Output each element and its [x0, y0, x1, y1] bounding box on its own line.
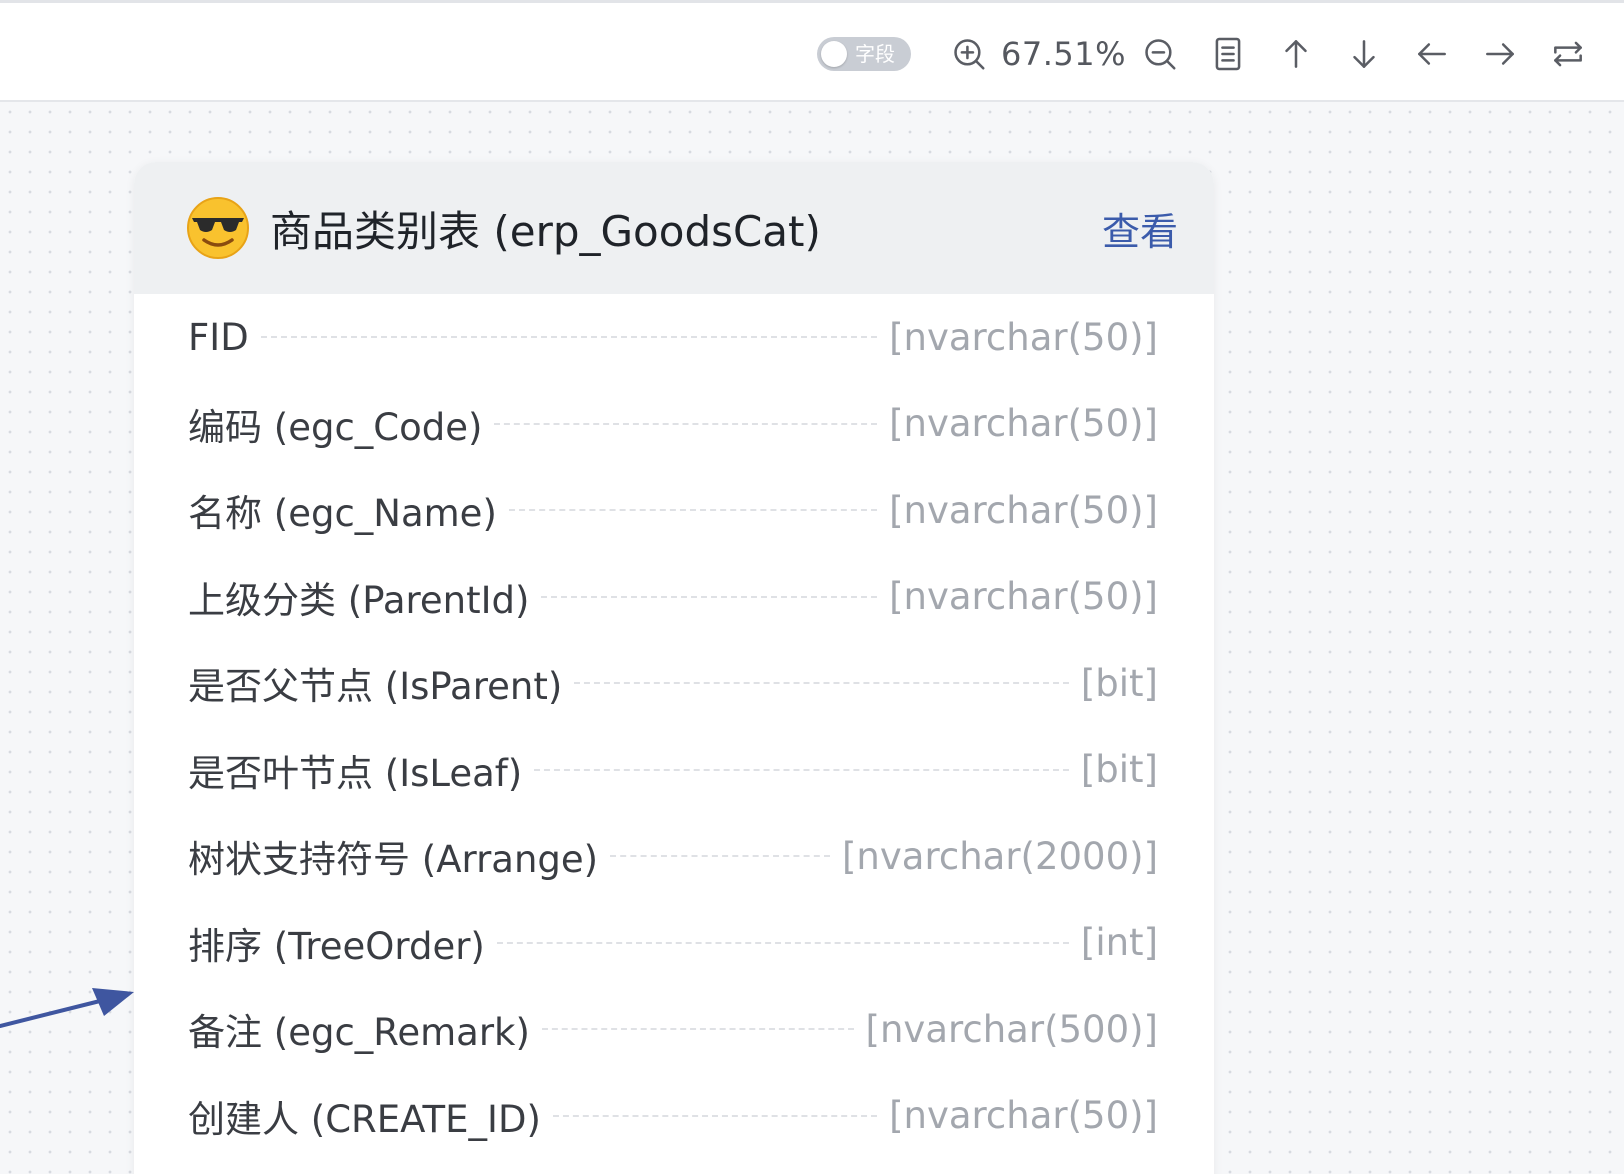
- field-type: [nvarchar(2000)]: [842, 834, 1158, 878]
- field-name: 树状支持符号 (Arrange): [188, 838, 599, 882]
- field-type: [nvarchar(50)]: [889, 488, 1158, 532]
- field-name: 创建人 (CREATE_ID): [188, 1097, 541, 1141]
- field-type: [nvarchar(50)]: [889, 402, 1158, 446]
- zoom-in-icon[interactable]: [947, 32, 991, 76]
- field-row[interactable]: 树状支持符号 (Arrange) [nvarchar(2000)]: [134, 813, 1214, 900]
- field-type: [nvarchar(500)]: [865, 1007, 1158, 1051]
- field-toggle[interactable]: 字段: [816, 37, 911, 71]
- field-row[interactable]: 创建人 (CREATE_ID) [nvarchar(50)]: [134, 1073, 1214, 1160]
- field-name: 编码 (egc_Code): [188, 405, 483, 449]
- dashed-divider: [552, 1114, 878, 1117]
- arrow-down-icon[interactable]: [1342, 32, 1386, 76]
- field-name: 是否父节点 (IsParent): [188, 665, 563, 709]
- field-row[interactable]: 排序 (TreeOrder) [int]: [134, 900, 1214, 987]
- field-list: FID [nvarchar(50)] 编码 (egc_Code) [nvarch…: [134, 294, 1214, 1159]
- field-row[interactable]: 是否叶节点 (IsLeaf) [bit]: [134, 727, 1214, 814]
- dashed-divider: [534, 768, 1069, 771]
- field-type: [nvarchar(50)]: [889, 575, 1158, 619]
- field-name: FID: [188, 315, 249, 359]
- field-row[interactable]: FID [nvarchar(50)]: [134, 294, 1214, 381]
- sunglasses-emoji-icon: [187, 197, 249, 259]
- document-icon[interactable]: [1206, 32, 1250, 76]
- field-name: 上级分类 (ParentId): [188, 578, 530, 622]
- diagram-canvas[interactable]: 商品类别表 (erp_GoodsCat) 查看 FID [nvarchar(50…: [0, 102, 1624, 1174]
- field-row[interactable]: 名称 (egc_Name) [nvarchar(50)]: [134, 467, 1214, 554]
- zoom-out-icon[interactable]: [1138, 32, 1182, 76]
- toggle-label: 字段: [854, 42, 895, 66]
- field-name: 排序 (TreeOrder): [188, 924, 485, 968]
- table-card[interactable]: 商品类别表 (erp_GoodsCat) 查看 FID [nvarchar(50…: [134, 162, 1214, 1174]
- field-row[interactable]: 备注 (egc_Remark) [nvarchar(500)]: [134, 986, 1214, 1073]
- field-type: [int]: [1080, 921, 1158, 965]
- field-type: [nvarchar(50)]: [889, 1094, 1158, 1138]
- dashed-divider: [541, 595, 878, 598]
- toolbar: 字段 67.51%: [0, 0, 1624, 102]
- toggle-knob: [820, 41, 847, 67]
- field-type: [bit]: [1080, 661, 1158, 705]
- table-title: 商品类别表 (erp_GoodsCat): [270, 206, 821, 256]
- arrow-right-icon[interactable]: [1478, 32, 1522, 76]
- dashed-divider: [508, 509, 878, 512]
- field-type: [nvarchar(50)]: [889, 315, 1158, 359]
- arrow-up-icon[interactable]: [1274, 32, 1318, 76]
- dashed-divider: [496, 941, 1069, 944]
- swap-icon[interactable]: [1546, 32, 1590, 76]
- dashed-divider: [574, 682, 1069, 685]
- table-header: 商品类别表 (erp_GoodsCat) 查看: [134, 162, 1214, 294]
- field-name: 是否叶节点 (IsLeaf): [188, 751, 523, 795]
- field-row[interactable]: 编码 (egc_Code) [nvarchar(50)]: [134, 381, 1214, 468]
- field-name: 名称 (egc_Name): [188, 492, 497, 536]
- field-row[interactable]: 是否父节点 (IsParent) [bit]: [134, 640, 1214, 727]
- toolbar-controls: 字段 67.51%: [816, 28, 1590, 80]
- field-name: 备注 (egc_Remark): [188, 1011, 530, 1055]
- dashed-divider: [541, 1028, 854, 1031]
- field-row[interactable]: 上级分类 (ParentId) [nvarchar(50)]: [134, 554, 1214, 641]
- arrow-left-icon[interactable]: [1410, 32, 1454, 76]
- dashed-divider: [260, 336, 878, 339]
- zoom-level: 67.51%: [1000, 35, 1126, 73]
- view-link[interactable]: 查看: [1102, 201, 1178, 256]
- dashed-divider: [494, 422, 878, 425]
- field-type: [bit]: [1080, 748, 1158, 792]
- dashed-divider: [610, 855, 830, 858]
